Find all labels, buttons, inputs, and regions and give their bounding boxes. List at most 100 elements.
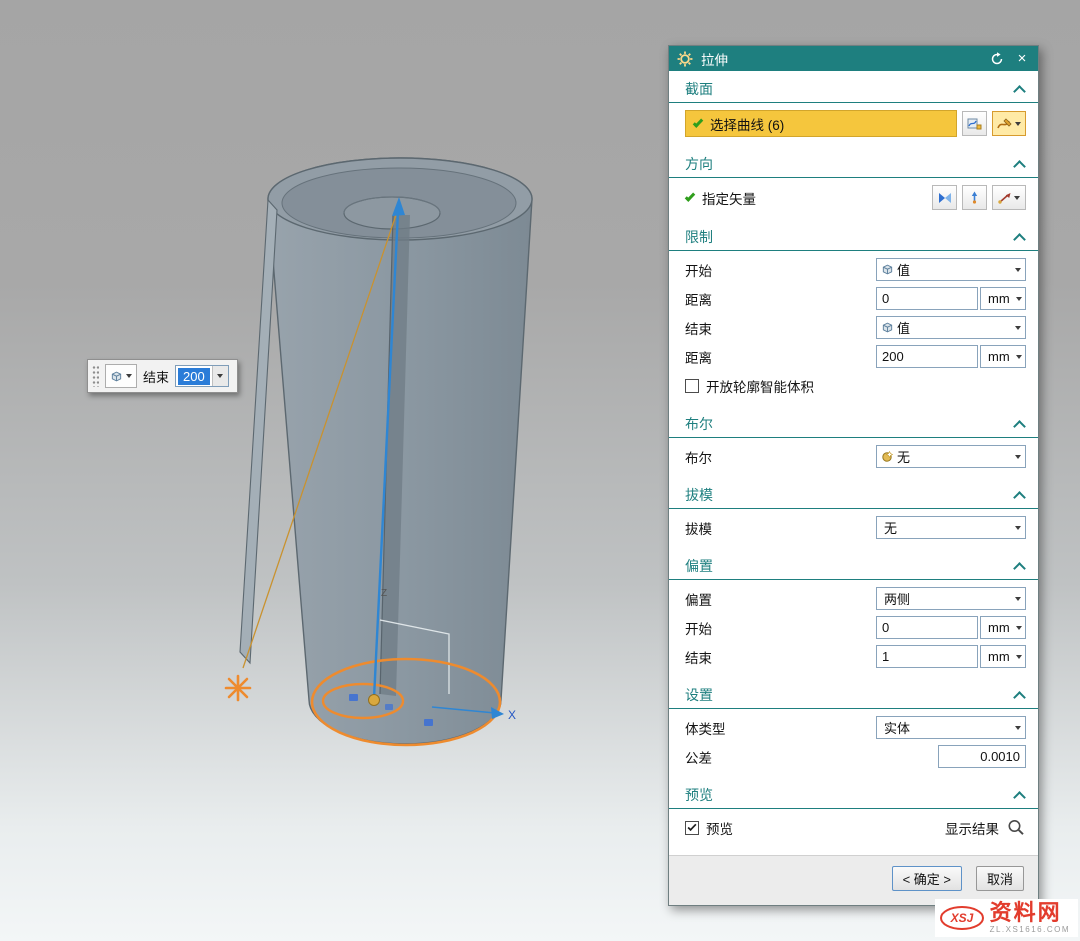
chevron-down-icon[interactable] [1010,588,1025,609]
end-distance-unit-select[interactable]: mm [980,345,1026,368]
offset-end-unit-select[interactable]: mm [980,645,1026,668]
onscreen-distance-bar: 结束 200 [87,359,238,393]
limit-option-button[interactable] [105,364,137,388]
end-distance-input[interactable]: 200 [175,365,229,387]
z-axis-label: Z [381,588,387,599]
limits-header[interactable]: 限制 [669,221,1038,251]
offset-start-input[interactable]: 0 [876,616,978,639]
reset-button[interactable] [988,50,1006,68]
direction-header[interactable]: 方向 [669,148,1038,178]
end-limit-select[interactable]: 值 [876,316,1026,339]
select-curve-label: 选择曲线 (6) [710,114,784,134]
watermark-url: ZL.XS1616.COM [990,926,1070,934]
extrude-dialog: 拉伸 × 截面 选择曲线 (6) [668,45,1039,906]
x-axis-label: X [508,708,516,722]
chevron-down-icon[interactable] [1013,646,1025,667]
section-section: 截面 选择曲线 (6) [669,73,1038,146]
collapse-icon[interactable] [1013,420,1026,433]
start-limit-select[interactable]: 值 [876,258,1026,281]
drag-handle[interactable] [92,365,99,387]
boolean-header[interactable]: 布尔 [669,408,1038,438]
collapse-icon[interactable] [1013,791,1026,804]
vector-dialog-icon [968,191,981,204]
dialog-title: 拉伸 [701,49,728,69]
collapse-icon[interactable] [1013,233,1026,246]
section-direction: 方向 指定矢量 [669,148,1038,219]
watermark: XSJ 资料网 ZL.XS1616.COM [935,899,1078,937]
inferred-vector-icon [938,192,952,204]
section-boolean: 布尔 布尔 无 [669,408,1038,477]
chevron-down-icon[interactable] [1010,317,1025,338]
chevron-down-icon[interactable] [1010,517,1025,538]
collapse-icon[interactable] [1013,160,1026,173]
inferred-vector-button[interactable] [932,185,957,210]
end-distance-input[interactable]: 200 [876,345,978,368]
chevron-down-icon[interactable] [1010,259,1025,280]
dialog-footer: < 确定 > 取消 [669,855,1038,905]
vector-constructor-button[interactable] [992,185,1026,210]
curve-rule-icon [967,117,982,131]
gear-icon [676,50,694,68]
watermark-logo-icon: XSJ [939,904,985,932]
boolean-select[interactable]: 无 [876,445,1026,468]
specify-vector-label: 指定矢量 [702,188,756,208]
watermark-brand: 资料网 [990,902,1062,924]
draft-header[interactable]: 拔模 [669,479,1038,509]
collapse-icon[interactable] [1013,491,1026,504]
curve-rule-button[interactable] [962,111,987,136]
section-preview: 预览 预览 显示结果 [669,779,1038,848]
section-header[interactable]: 截面 [669,73,1038,103]
check-icon [693,117,704,128]
close-button[interactable]: × [1013,50,1031,68]
section-offset: 偏置 偏置 两侧 开始 0 [669,550,1038,677]
chevron-down-icon[interactable] [1013,288,1025,309]
chevron-down-icon[interactable] [212,366,228,386]
sketch-section-button[interactable] [992,111,1026,136]
chevron-down-icon[interactable] [1010,446,1025,467]
chevron-down-icon [126,374,132,378]
cube-icon [110,370,123,383]
settings-header[interactable]: 设置 [669,679,1038,709]
sketch-curve-icon [997,117,1013,131]
preview-header[interactable]: 预览 [669,779,1038,809]
reset-icon [990,52,1004,66]
select-curve-field[interactable]: 选择曲线 (6) [685,110,957,137]
chevron-down-icon [1015,122,1021,126]
cube-icon [881,321,894,334]
body-type-select[interactable]: 实体 [876,716,1026,739]
offset-header[interactable]: 偏置 [669,550,1038,580]
svg-text:XSJ: XSJ [949,911,973,925]
cube-icon [881,263,894,276]
section-limits: 限制 开始 值 距离 [669,221,1038,406]
offset-end-input[interactable]: 1 [876,645,978,668]
collapse-icon[interactable] [1013,562,1026,575]
chevron-down-icon [1014,196,1020,200]
end-distance-value[interactable]: 200 [178,368,210,385]
open-profile-checkbox[interactable] [685,379,699,393]
show-result-button[interactable] [1006,818,1026,838]
cancel-button[interactable]: 取消 [976,866,1024,891]
section-settings: 设置 体类型 实体 公差 0.0010 [669,679,1038,777]
start-distance-input[interactable]: 0 [876,287,978,310]
collapse-icon[interactable] [1013,691,1026,704]
chevron-down-icon[interactable] [1013,346,1025,367]
ok-button[interactable]: < 确定 > [892,866,962,891]
end-distance-label: 结束 [143,367,169,386]
boolean-none-icon [881,450,894,463]
preview-checkbox[interactable] [685,821,699,835]
collapse-icon[interactable] [1013,85,1026,98]
origin-handle[interactable] [369,695,380,706]
check-icon [685,191,696,202]
start-point-asterisk[interactable] [226,676,250,700]
vector-dialog-button[interactable] [962,185,987,210]
draft-select[interactable]: 无 [876,516,1026,539]
chevron-down-icon[interactable] [1013,617,1025,638]
magnifier-icon [1006,818,1026,838]
offset-start-unit-select[interactable]: mm [980,616,1026,639]
start-distance-unit-select[interactable]: mm [980,287,1026,310]
section-draft: 拔模 拔模 无 [669,479,1038,548]
dialog-titlebar[interactable]: 拉伸 × [669,46,1038,71]
tolerance-input[interactable]: 0.0010 [938,745,1026,768]
chevron-down-icon[interactable] [1010,717,1025,738]
offset-type-select[interactable]: 两侧 [876,587,1026,610]
